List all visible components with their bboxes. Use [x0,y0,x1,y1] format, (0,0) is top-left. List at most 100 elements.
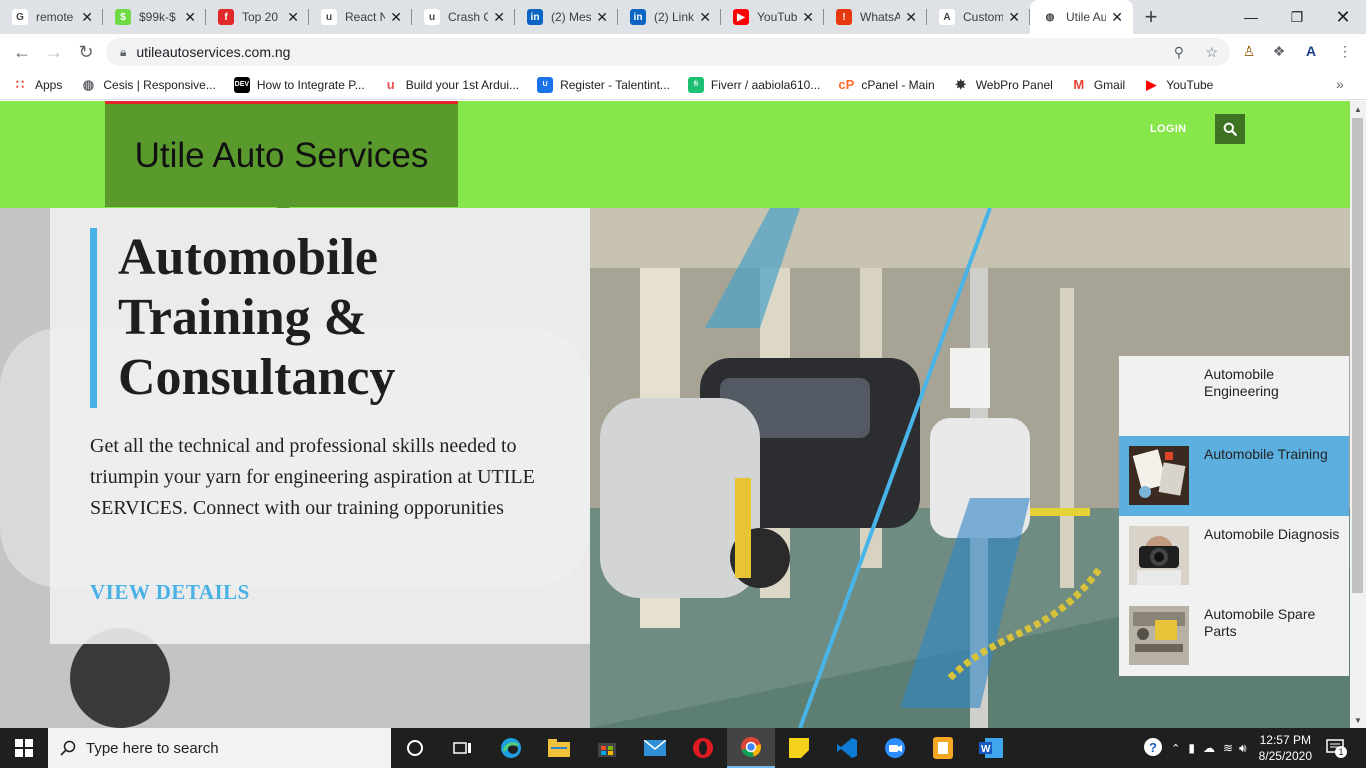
service-item-engineering[interactable]: Automobile Engineering [1119,356,1349,436]
service-item-training[interactable]: Automobile Training [1119,436,1349,516]
bookmark-item[interactable]: ✸ WebPro Panel [953,77,1053,93]
tab-title: React N [345,10,385,24]
vscode-icon[interactable] [823,728,871,768]
maximize-button[interactable]: ❐ [1274,0,1320,34]
forward-button[interactable]: → [38,36,70,68]
scroll-up-arrow[interactable]: ▲ [1350,101,1366,117]
clock[interactable]: 12:57 PM 8/25/2020 [1259,732,1312,764]
hero-slider: Automobile Training & Consultancy Get al… [0,208,1350,728]
extensions-puzzle-icon[interactable]: ❖ [1268,40,1290,62]
browser-tab[interactable]: Gremote ✕ [0,0,103,34]
service-label: Automobile Spare Parts [1204,606,1316,639]
bookmark-item[interactable]: fi Fiverr / aabiola610... [687,76,820,93]
browser-tab[interactable]: in (2) Mes ✕ [515,0,618,34]
task-view-icon[interactable] [439,728,487,768]
bookmark-item[interactable]: ▶ YouTube [1143,77,1213,93]
close-tab-icon[interactable]: ✕ [699,9,711,26]
help-icon[interactable]: ? [1143,737,1163,760]
webpro-icon: ✸ [955,76,967,92]
reload-button[interactable]: ↻ [70,36,102,68]
windows-taskbar: Type here to search W ? ⌃ ▮ ☁ ≋ 🔊︎ 12:57… [0,728,1366,768]
close-tab-icon[interactable]: ✕ [802,9,814,26]
chrome-icon[interactable] [727,728,775,768]
start-button[interactable] [0,728,48,768]
browser-tab[interactable]: f Top 20 ✕ [206,0,309,34]
clock-time: 12:57 PM [1259,733,1311,747]
training-thumbnail [1129,446,1189,505]
cloud-icon[interactable]: ☁ [1203,741,1215,755]
bookmark-item[interactable]: M Gmail [1071,77,1125,93]
close-tab-icon[interactable]: ✕ [596,9,608,26]
youtube-icon: ▶ [733,9,749,25]
menu-icon[interactable]: ⋮ [1334,40,1356,62]
close-tab-icon[interactable]: ✕ [905,9,917,26]
bookmark-star-icon[interactable]: ☆ [1205,44,1218,61]
extension-icon[interactable]: ♙ [1238,40,1260,62]
scrollbar-thumb[interactable] [1352,118,1363,593]
cortana-icon[interactable] [391,728,439,768]
browser-tab[interactable]: u Crash C ✕ [412,0,515,34]
browser-tab[interactable]: $ $99k-$ ✕ [103,0,206,34]
browser-tab[interactable]: u React N ✕ [309,0,412,34]
mail-icon[interactable] [631,728,679,768]
service-item-diagnosis[interactable]: Automobile Diagnosis [1119,516,1349,596]
profile-extension-icon[interactable]: A [1300,40,1322,62]
store-icon[interactable] [583,728,631,768]
password-key-icon[interactable]: ⚲ [1174,44,1184,61]
volume-icon[interactable]: 🔊︎ [1239,741,1247,756]
bookmark-item[interactable]: u Build your 1st Ardui... [383,77,519,93]
view-details-link[interactable]: VIEW DETAILS [90,580,250,605]
bookmark-item[interactable]: cP cPanel - Main [838,77,934,93]
browser-tab[interactable]: ▶ YouTub ✕ [721,0,824,34]
browser-toolbar: ← → ↻ 🔒︎ utileautoservices.com.ng ⚲ ☆ ♙ … [0,34,1366,70]
login-link[interactable]: LOGIN [1150,123,1186,139]
close-tab-icon[interactable]: ✕ [493,9,505,26]
windows-logo-icon [15,739,33,757]
browser-tab[interactable]: ◍ Utile Au ✕ [1030,0,1133,34]
close-tab-icon[interactable]: ✕ [1111,9,1123,26]
site-search-button[interactable] [1215,114,1245,144]
site-logo[interactable]: Utile Auto Services [105,104,458,207]
edge-icon[interactable] [487,728,535,768]
more-bookmarks-icon[interactable]: » [1336,76,1344,92]
scroll-down-arrow[interactable]: ▼ [1350,712,1366,728]
back-button[interactable]: ← [6,36,38,68]
bookmark-label: YouTube [1166,77,1214,92]
close-tab-icon[interactable]: ✕ [184,9,196,26]
close-tab-icon[interactable]: ✕ [390,9,402,26]
address-bar[interactable]: 🔒︎ utileautoservices.com.ng ⚲ ☆ [106,38,1230,66]
new-tab-button[interactable]: + [1133,0,1169,34]
word-icon[interactable]: W [967,728,1015,768]
service-label: Automobile Diagnosis [1204,526,1340,542]
service-item-spare-parts[interactable]: Automobile Spare Parts [1119,596,1349,676]
linkedin-icon: in [630,9,646,25]
bookmark-item[interactable]: U Register - Talentint... [537,76,670,93]
minimize-button[interactable]: — [1228,0,1274,34]
udemy-icon: u [321,9,337,25]
file-explorer-icon[interactable] [535,728,583,768]
chevron-up-icon[interactable]: ⌃ [1171,742,1180,755]
opera-icon[interactable] [679,728,727,768]
browser-tab[interactable]: in (2) Link ✕ [618,0,721,34]
notification-center-icon[interactable]: 1 [1326,738,1347,758]
tab-title: remote [36,10,74,24]
bookmark-item[interactable]: DEV How to Integrate P... [233,76,365,93]
taskbar-search-box[interactable]: Type here to search [48,728,391,768]
bookmark-item[interactable]: ∷ Apps [12,77,63,93]
battery-icon[interactable]: ▮ [1188,741,1195,755]
close-tab-icon[interactable]: ✕ [287,9,299,26]
app-notes-icon[interactable] [919,728,967,768]
close-tab-icon[interactable]: ✕ [1008,9,1020,26]
browser-tab[interactable]: A Custom ✕ [927,0,1030,34]
browser-tab[interactable]: ! WhatsA ✕ [824,0,927,34]
wifi-icon[interactable]: ≋ [1223,741,1233,755]
tab-strip: Gremote ✕ $ $99k-$ ✕ f Top 20 ✕ u React N ✕ u Crash … [0,0,1366,34]
sticky-notes-icon[interactable] [775,728,823,768]
tab-title: Crash C [448,10,488,24]
bookmark-item[interactable]: ◍ Cesis | Responsive... [80,77,216,93]
close-tab-icon[interactable]: ✕ [81,9,93,26]
zoom-icon[interactable] [871,728,919,768]
close-window-button[interactable]: ✕ [1320,0,1366,34]
globe-icon: ◍ [82,76,95,92]
gmail-icon: M [1073,77,1085,92]
